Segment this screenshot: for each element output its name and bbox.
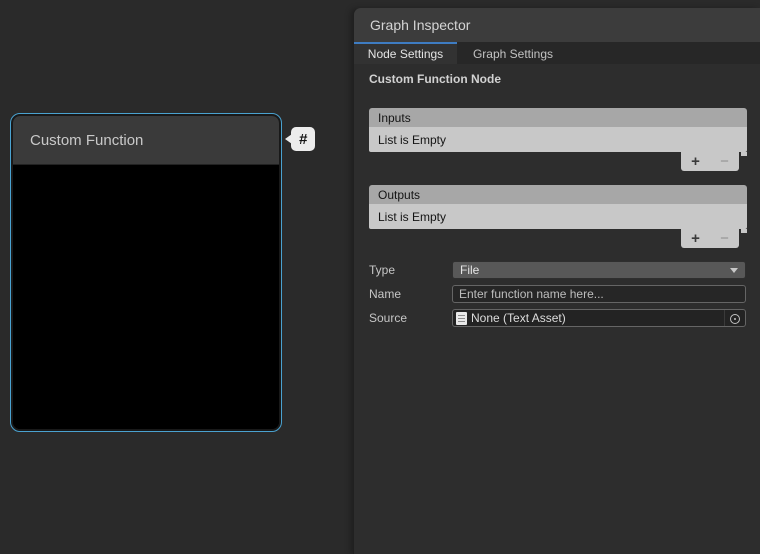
inputs-empty-label: List is Empty [378,133,446,147]
text-asset-icon [456,312,467,325]
custom-function-node[interactable]: Custom Function [10,113,282,432]
outputs-list-header: Outputs [369,185,747,204]
badge-tail [285,134,292,144]
type-dropdown[interactable]: File [452,261,746,279]
inputs-list: Inputs List is Empty + − [369,108,747,173]
outputs-empty-label: List is Empty [378,210,446,224]
type-label: Type [369,263,452,277]
list-corner [741,152,747,156]
graph-canvas[interactable]: Custom Function # [0,0,353,554]
source-object-field[interactable]: None (Text Asset) [452,309,746,327]
node-title: Custom Function [30,132,143,149]
inputs-list-body: List is Empty [369,127,747,152]
outputs-list-buttons: + − [681,229,739,248]
outputs-list-body: List is Empty [369,204,747,229]
name-row: Name [369,285,746,303]
node-frame: Custom Function [13,116,279,429]
name-label: Name [369,287,452,301]
tab-graph-settings[interactable]: Graph Settings [457,42,569,64]
hash-badge-button[interactable]: # [291,127,315,151]
tab-bar: Node Settings Graph Settings [354,42,760,64]
inputs-remove-button[interactable]: − [710,152,739,171]
function-name-input[interactable] [452,285,746,303]
node-preview-body [13,165,279,429]
chevron-down-icon [730,268,738,273]
panel-header[interactable]: Graph Inspector [354,8,760,42]
section-title: Custom Function Node [369,72,501,86]
source-object-value: None (Text Asset) [471,311,566,325]
type-row: Type File [369,261,746,279]
outputs-list-footer: + − [369,229,747,250]
hash-icon: # [299,132,307,147]
outputs-list: Outputs List is Empty + − [369,185,747,250]
outputs-remove-button[interactable]: − [710,229,739,248]
graph-inspector-panel: Graph Inspector Node Settings Graph Sett… [353,8,760,554]
outputs-add-button[interactable]: + [681,229,710,248]
source-label: Source [369,311,452,325]
source-row: Source None (Text Asset) [369,309,746,327]
outputs-header-label: Outputs [378,188,420,202]
inputs-list-footer: + − [369,152,747,173]
node-title-bar[interactable]: Custom Function [13,116,279,165]
tab-node-settings[interactable]: Node Settings [354,42,457,64]
tab-label: Node Settings [368,47,443,61]
tab-label: Graph Settings [473,47,553,61]
inputs-add-button[interactable]: + [681,152,710,171]
inputs-list-header: Inputs [369,108,747,127]
object-picker-icon[interactable] [724,310,745,326]
inputs-header-label: Inputs [378,111,411,125]
inputs-list-buttons: + − [681,152,739,171]
list-corner [741,229,747,233]
type-dropdown-value: File [460,263,479,277]
panel-title: Graph Inspector [370,17,470,33]
